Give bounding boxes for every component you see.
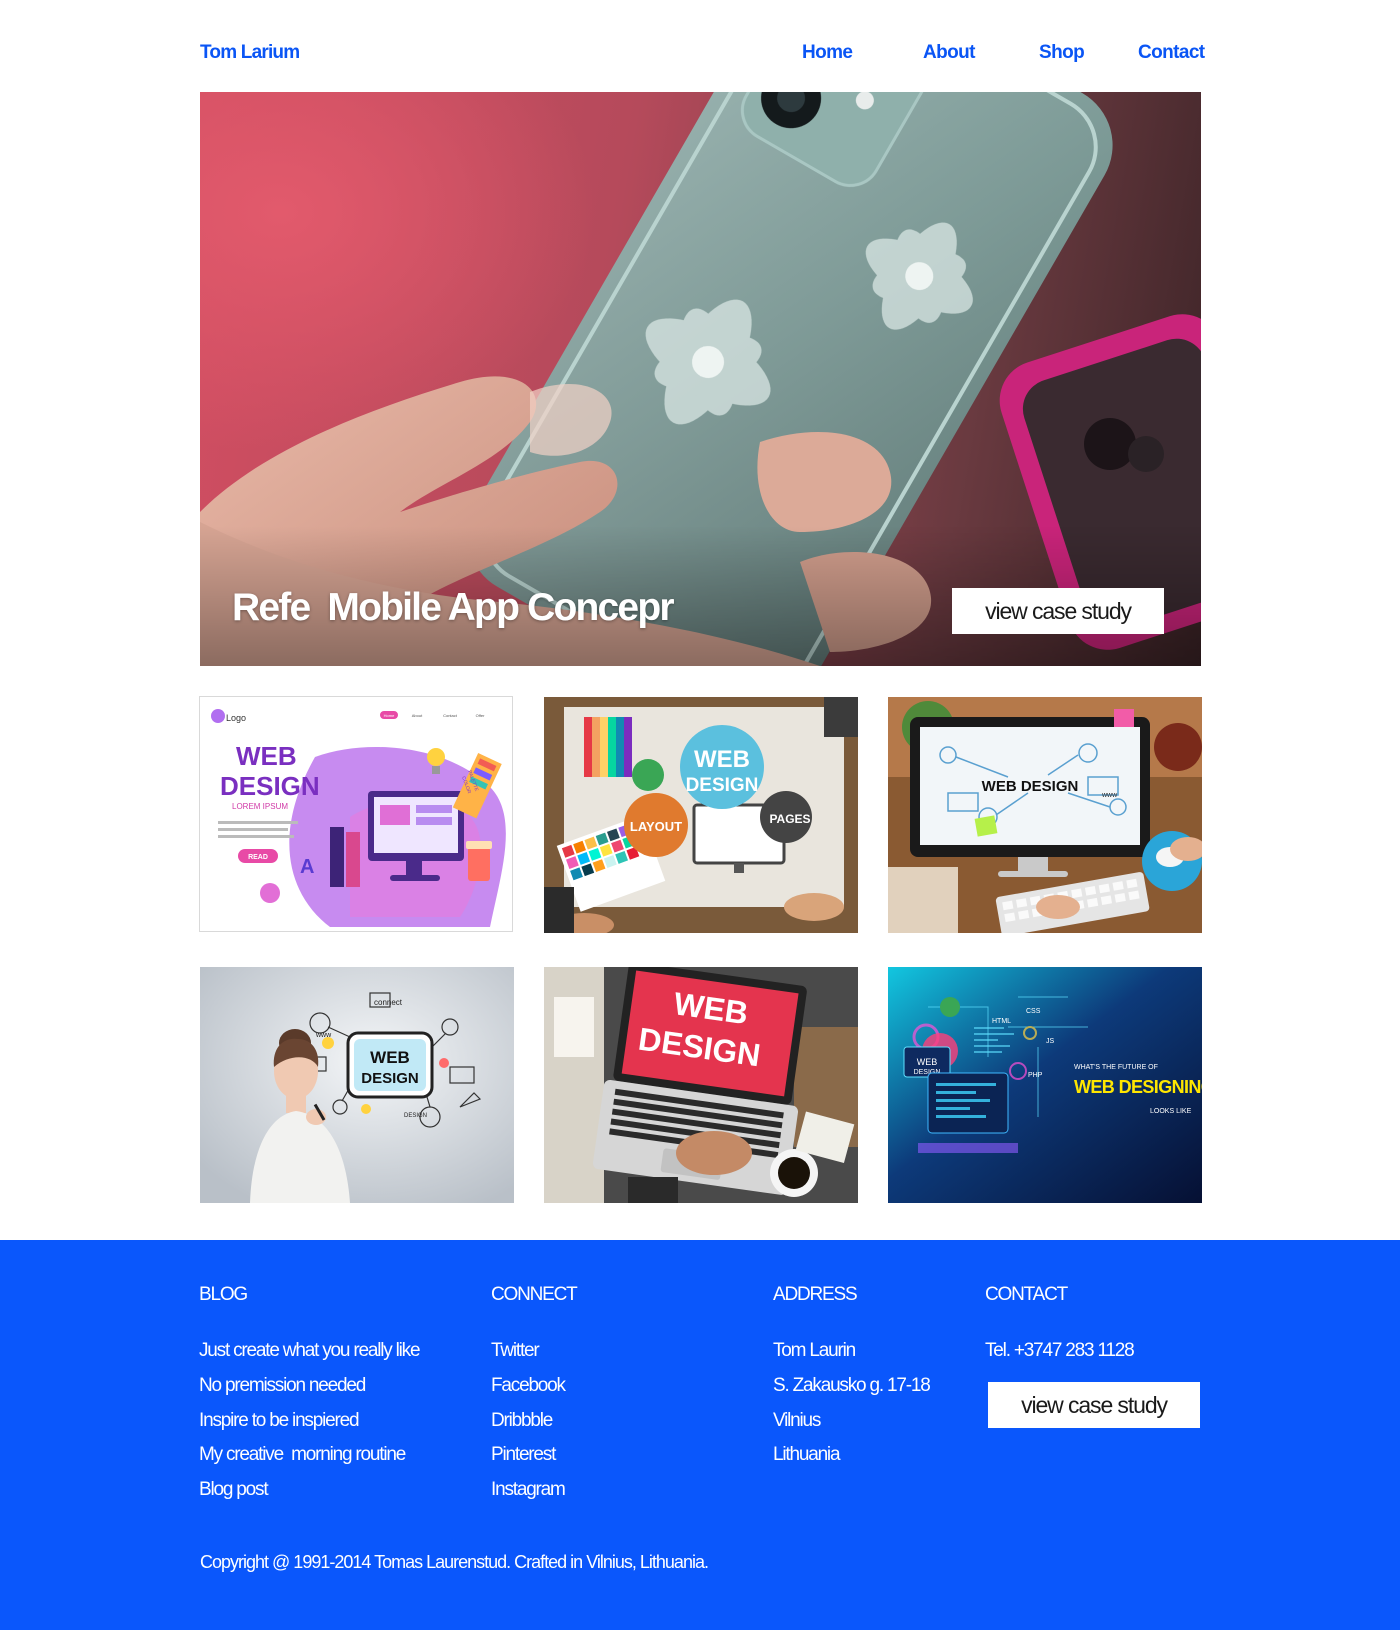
svg-text:A: A <box>300 856 314 878</box>
thumb-subheading: LOREM IPSUM <box>232 802 288 811</box>
footer-social-twitter[interactable]: Twitter <box>491 1340 540 1362</box>
svg-text:WEB: WEB <box>917 1057 938 1067</box>
svg-text:CSS: CSS <box>1026 1008 1041 1015</box>
footer-address-name: Tom Laurin <box>773 1340 856 1361</box>
site-brand[interactable]: Tom Larium <box>200 42 300 64</box>
hero-title: Refe Mobile App Concepr <box>232 586 675 629</box>
thumb-label-design: DESIGN <box>361 1070 419 1087</box>
svg-text:About: About <box>412 713 423 718</box>
gallery-item-web-design-illustration[interactable]: Logo Home About Contact Offer WEB DESIGN… <box>199 696 513 932</box>
thumb-label-pages: PAGES <box>769 812 810 826</box>
footer-blog-link[interactable]: Blog post <box>199 1479 269 1501</box>
nav-contact[interactable]: Contact <box>1138 42 1205 64</box>
thumb-label-web: WEB <box>370 1048 410 1067</box>
footer-blog-heading: BLOG <box>199 1284 248 1305</box>
svg-text:JS: JS <box>1046 1038 1055 1045</box>
svg-text:www: www <box>1101 792 1118 799</box>
thumb-read-button: READ <box>248 854 268 861</box>
gallery-item-future-of-web-designing[interactable]: WEB DESIGN HTML CSS JS PHP WHAT'S THE FU… <box>888 967 1202 1203</box>
footer-social-pinterest[interactable]: Pinterest <box>491 1444 556 1466</box>
svg-text:Contact: Contact <box>443 713 458 718</box>
thumb-label-web-design: WEB DESIGN <box>982 778 1079 795</box>
footer-connect-heading: CONNECT <box>491 1284 578 1305</box>
thumb-heading-web: WEB <box>236 741 297 771</box>
gallery-item-web-design-woman[interactable]: WEB DESIGN connect www DESIGN <box>200 967 514 1203</box>
footer-copyright: Copyright @ 1991-2014 Tomas Laurenstud. … <box>200 1552 709 1572</box>
thumb-label-web: WEB <box>694 746 750 773</box>
thumb-small-top: WHAT'S THE FUTURE OF <box>1074 1064 1158 1071</box>
hero-view-case-study-button[interactable]: view case study <box>952 588 1164 634</box>
footer-blog-link[interactable]: No premission needed <box>199 1375 366 1397</box>
logo-icon <box>211 709 225 723</box>
footer-social-facebook[interactable]: Facebook <box>491 1375 566 1397</box>
gallery-item-web-design-monitor[interactable]: WEB DESIGN www <box>888 697 1202 933</box>
svg-text:Home: Home <box>384 713 395 718</box>
footer-view-case-study-button[interactable]: view case study <box>988 1382 1200 1428</box>
nav-about[interactable]: About <box>923 42 975 64</box>
thumb-heading-design: DESIGN <box>220 771 320 801</box>
footer-blog-link[interactable]: Just create what you really like <box>199 1340 421 1362</box>
thumb-logo-text: Logo <box>226 713 246 723</box>
footer-social-instagram[interactable]: Instagram <box>491 1479 566 1501</box>
thumb-label-design: DESIGN <box>686 775 759 796</box>
thumb-headline: WEB DESIGNING <box>1074 1077 1202 1097</box>
thumb-label-layout: LAYOUT <box>630 819 682 834</box>
footer-address-heading: ADDRESS <box>773 1284 858 1305</box>
footer-social-dribbble[interactable]: Dribbble <box>491 1410 553 1432</box>
svg-text:DESIGN: DESIGN <box>404 1113 427 1119</box>
gallery-item-web-design-desk[interactable]: WEB DESIGN LAYOUT PAGES <box>544 697 858 933</box>
svg-text:PHP: PHP <box>1028 1072 1043 1079</box>
footer-address-city: Vilnius <box>773 1410 821 1431</box>
svg-text:HTML: HTML <box>992 1018 1011 1025</box>
footer-blog-link[interactable]: Inspire to be inspiered <box>199 1410 360 1432</box>
site-footer: BLOG Just create what you really like No… <box>0 1240 1400 1630</box>
footer-contact-heading: CONTACT <box>985 1284 1068 1305</box>
thumb-small-bottom: LOOKS LIKE <box>1150 1108 1192 1115</box>
nav-shop[interactable]: Shop <box>1039 42 1085 64</box>
gallery-item-web-design-laptop[interactable]: WEB DESIGN <box>544 967 858 1203</box>
footer-phone: Tel. +3747 283 1128 <box>985 1340 1135 1361</box>
footer-address-street: S. Zakausko g. 17-18 <box>773 1375 931 1396</box>
svg-text:connect: connect <box>374 998 403 1007</box>
footer-blog-link[interactable]: My creative morning routine <box>199 1444 406 1466</box>
footer-address-country: Lithuania <box>773 1444 841 1465</box>
hero-banner: Refe Mobile App Concepr view case study <box>200 92 1201 666</box>
nav-home[interactable]: Home <box>802 42 853 64</box>
svg-text:Offer: Offer <box>476 713 485 718</box>
